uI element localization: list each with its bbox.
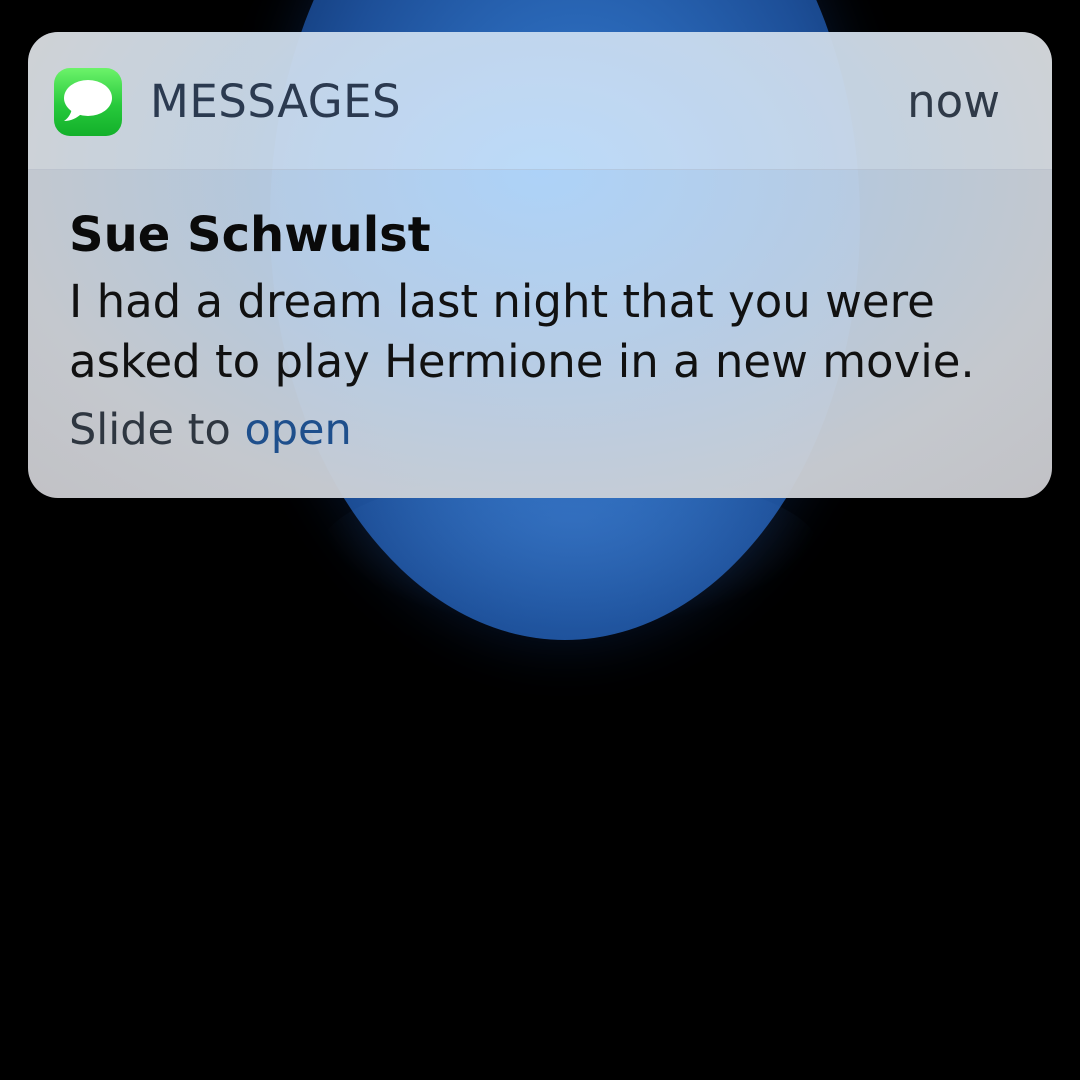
lock-screen: MESSAGES now Sue Schwulst I had a dream … — [0, 0, 1080, 1080]
message-text: I had a dream last night that you were a… — [69, 275, 975, 388]
messages-icon — [54, 68, 122, 136]
notification-timestamp: now — [907, 75, 1000, 128]
message-notification[interactable]: MESSAGES now Sue Schwulst I had a dream … — [28, 32, 1052, 498]
sender-name: Sue Schwulst — [69, 207, 431, 263]
open-action[interactable]: open — [244, 405, 351, 455]
slide-prefix: Slide to — [69, 405, 245, 455]
notification-header: MESSAGES now — [28, 32, 1052, 170]
app-name: MESSAGES — [150, 75, 402, 128]
slide-to-open-hint[interactable]: Slide to open — [69, 402, 352, 458]
speech-bubble-icon — [64, 80, 112, 121]
